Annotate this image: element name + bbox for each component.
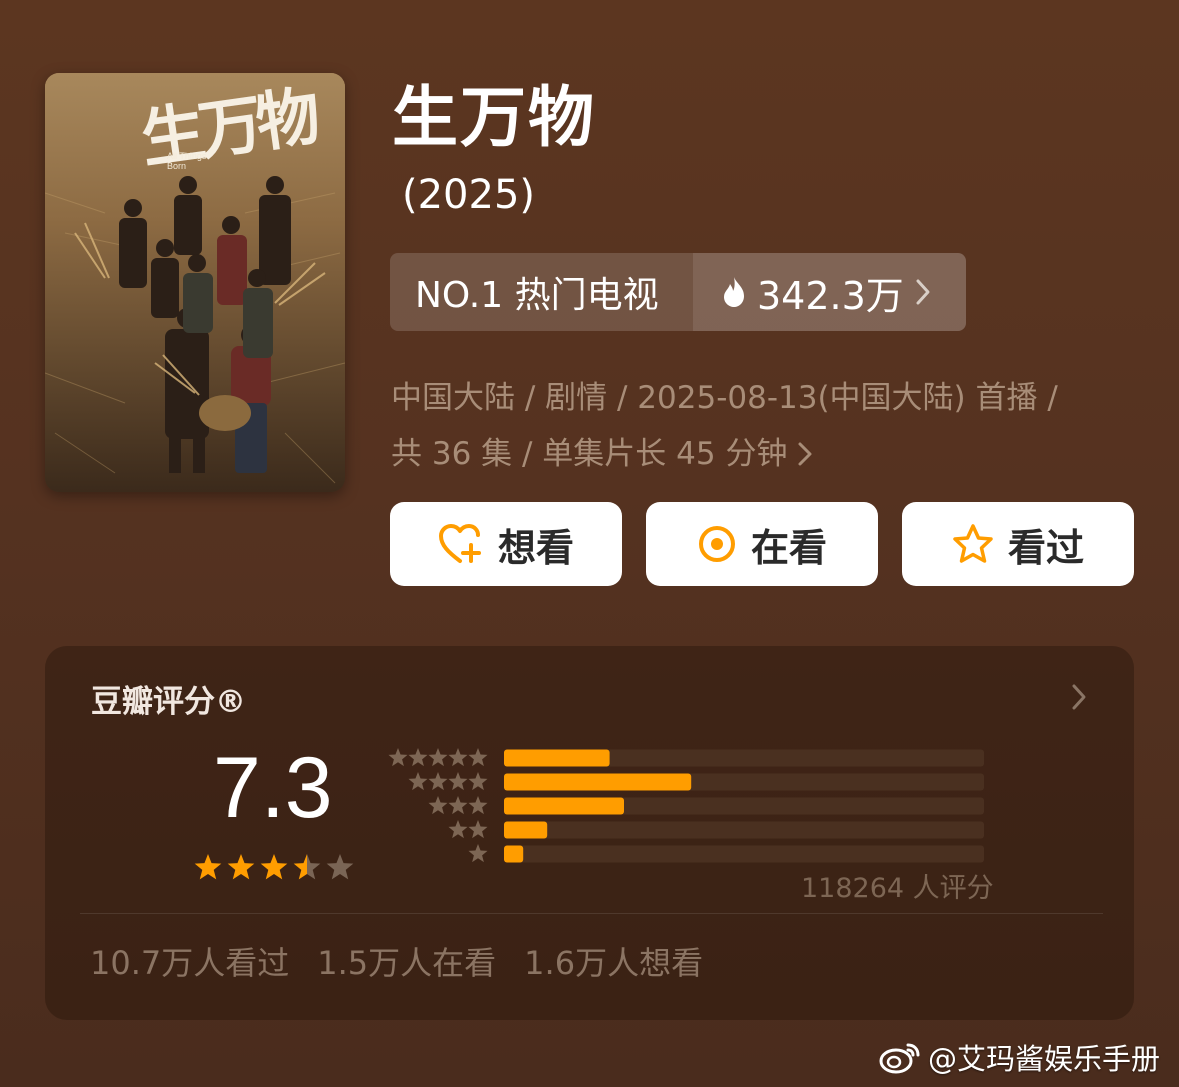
poster-image[interactable]: 生万物 All Things Born bbox=[45, 73, 345, 492]
distribution-star bbox=[388, 748, 408, 767]
watched-button[interactable]: 看过 bbox=[902, 502, 1134, 586]
score-star bbox=[326, 854, 354, 880]
distribution-star bbox=[468, 772, 488, 791]
distribution-track bbox=[504, 821, 984, 839]
info-line-1: 中国大陆 / 剧情 / 2025-08-13(中国大陆) 首播 / bbox=[391, 380, 1058, 416]
distribution-star bbox=[448, 772, 468, 791]
info-line-2-row: 共 36 集 / 单集片长 45 分钟 bbox=[391, 426, 1131, 482]
divider bbox=[80, 913, 1103, 914]
distribution-star bbox=[408, 748, 428, 767]
watched-count: 10.7万人看过 bbox=[90, 944, 290, 982]
distribution-star bbox=[448, 748, 468, 767]
heart-plus-icon bbox=[438, 524, 481, 563]
distribution-track bbox=[504, 845, 984, 863]
rating-score: 7.3 bbox=[213, 740, 333, 836]
info-line-2: 共 36 集 / 单集片长 45 分钟 bbox=[391, 436, 788, 472]
chevron-right-icon bbox=[798, 442, 812, 466]
watching-button[interactable]: 在看 bbox=[646, 502, 878, 586]
distribution-star bbox=[428, 772, 448, 791]
distribution-star bbox=[468, 844, 488, 863]
score-star bbox=[227, 854, 255, 880]
weibo-icon bbox=[879, 1043, 920, 1074]
distribution-star bbox=[428, 748, 448, 767]
distribution-bar-4-star bbox=[504, 773, 692, 791]
score-stars bbox=[194, 854, 354, 880]
want-to-watch-button[interactable]: 想看 bbox=[390, 502, 622, 586]
distribution-star bbox=[428, 796, 448, 815]
chevron-right-icon bbox=[916, 279, 930, 305]
score-star bbox=[293, 854, 321, 880]
weibo-watermark: @艾玛酱娱乐手册 bbox=[878, 1036, 1160, 1078]
rating-distribution bbox=[388, 748, 984, 863]
flame-icon bbox=[724, 277, 744, 307]
poster-subtitle: All Things Born bbox=[167, 151, 207, 171]
distribution-bar-2-star bbox=[504, 821, 548, 839]
distribution-star bbox=[468, 820, 488, 839]
distribution-star bbox=[468, 748, 488, 767]
distribution-star bbox=[448, 796, 468, 815]
score-star bbox=[194, 854, 222, 880]
rank-banner[interactable]: NO.1 热门电视 342.3万 bbox=[390, 253, 966, 331]
target-circle-icon bbox=[698, 526, 735, 562]
watching-label: 在看 bbox=[750, 525, 827, 570]
watched-label: 看过 bbox=[1007, 525, 1084, 570]
show-year: (2025) bbox=[402, 172, 536, 218]
star-outline-icon bbox=[953, 524, 993, 563]
heat-area[interactable]: 342.3万 bbox=[693, 253, 966, 331]
douban-rating-card[interactable]: 豆瓣评分® 7.3 118264 人评分 10.7万人看过 1.5万人在看 1.… bbox=[45, 646, 1134, 1020]
rating-title: 豆瓣评分® bbox=[91, 684, 246, 720]
distribution-star bbox=[468, 796, 488, 815]
distribution-bar-3-star bbox=[504, 797, 624, 815]
rank-label-area[interactable]: NO.1 热门电视 bbox=[390, 253, 693, 331]
watching-count: 1.5万人在看 bbox=[317, 944, 497, 982]
chevron-right-icon[interactable] bbox=[1070, 682, 1088, 712]
distribution-bar-5-star bbox=[504, 749, 610, 767]
want-to-watch-label: 想看 bbox=[497, 525, 574, 570]
heat-value: 342.3万 bbox=[757, 273, 904, 318]
watch-stats: 10.7万人看过 1.5万人在看 1.6万人想看 bbox=[90, 938, 703, 984]
rating-count: 118264 人评分 bbox=[801, 873, 994, 904]
show-title: 生万物 bbox=[392, 79, 596, 156]
rank-label: NO.1 热门电视 bbox=[415, 275, 659, 316]
watermark-text: @艾玛酱娱乐手册 bbox=[928, 1042, 1161, 1076]
distribution-bar-1-star bbox=[504, 845, 524, 863]
want-count: 1.6万人想看 bbox=[524, 944, 704, 982]
distribution-star bbox=[448, 820, 468, 839]
show-info[interactable]: 中国大陆 / 剧情 / 2025-08-13(中国大陆) 首播 / 共 36 集… bbox=[391, 370, 1131, 482]
distribution-star bbox=[408, 772, 428, 791]
score-star bbox=[260, 854, 288, 880]
